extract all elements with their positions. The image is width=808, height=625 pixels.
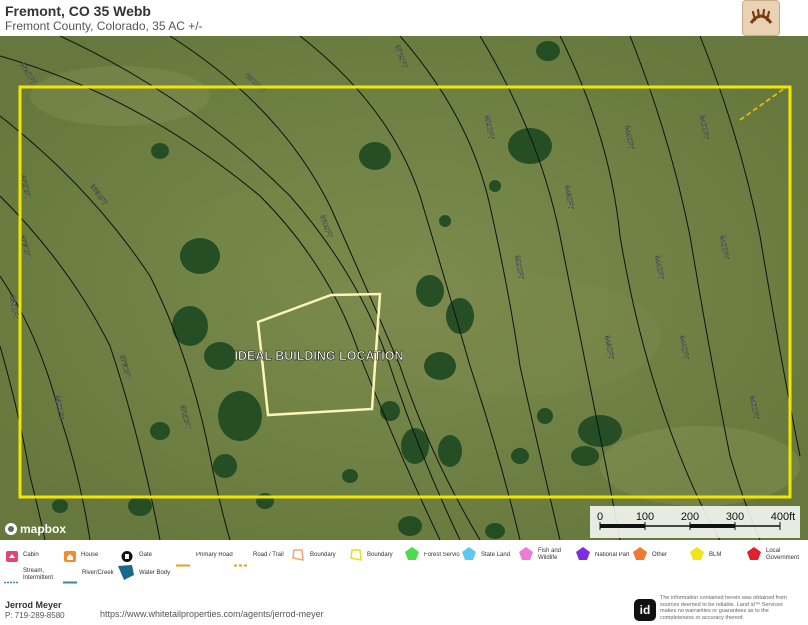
scale-tick-label: 0	[597, 511, 603, 523]
legend-label-road-trail: Road / Trail	[253, 552, 284, 558]
house-icon	[64, 549, 76, 567]
agent-url-link[interactable]: https://www.whitetailproperties.com/agen…	[100, 609, 324, 619]
page-footer: Jerrod Meyer P: 719-289-8580 https://www…	[0, 590, 808, 625]
road-trail-dashed-line	[234, 554, 248, 572]
scale-bar: 0 100 200 300 400ft	[590, 506, 800, 538]
disclaimer-text: The information contained herein was obt…	[660, 595, 787, 621]
boundary-orange-icon	[292, 548, 304, 566]
primary-road-line	[176, 554, 190, 572]
legend-label-state-land: State Land	[481, 552, 511, 558]
legend-label-local-government: Local Government	[766, 548, 800, 561]
river-creek-line	[63, 571, 77, 589]
fish-wildlife-icon	[519, 547, 533, 565]
whitetail-antler-icon	[749, 8, 773, 24]
boundary-yellow-icon	[350, 548, 362, 566]
building-location-label: IDEAL BUILDING LOCATION	[235, 349, 404, 363]
satellite-map[interactable]: 8640FT 8600FT 8560FT 8520FT 8480FT 8440F…	[0, 36, 808, 540]
legend-label-other: Other	[652, 552, 668, 558]
map-header: Fremont, CO 35 Webb Fremont County, Colo…	[0, 0, 808, 36]
page-subtitle: Fremont County, Colorado, 35 AC +/-	[5, 19, 203, 33]
scale-tick-label: 200	[681, 511, 699, 523]
legend-label-house: House	[81, 552, 99, 558]
state-land-icon	[462, 547, 476, 565]
page-title: Fremont, CO 35 Webb	[5, 3, 151, 19]
legend-label-boundary: Boundary	[367, 552, 393, 558]
scale-tick-label: 400ft	[771, 511, 795, 523]
legend-label-fish-wildlife: Fish and Wildlife	[538, 548, 562, 561]
legend-label-forest-service: Forest Service	[424, 552, 460, 558]
forest-service-icon	[405, 547, 419, 565]
legend-label-gate: Gate	[139, 552, 153, 558]
mapbox-label: mapbox	[20, 522, 66, 536]
local-government-icon	[747, 547, 761, 565]
map-legend: Cabin House Gate Primary Road Road / Tra…	[0, 540, 808, 590]
legend-label-blm: BLM	[709, 552, 722, 558]
land-id-logo: id	[634, 599, 656, 621]
national-park-icon	[576, 547, 590, 565]
scale-tick-label: 300	[726, 511, 744, 523]
blm-icon	[690, 547, 704, 565]
cabin-icon	[6, 549, 18, 567]
mapbox-attribution[interactable]: mapbox	[5, 522, 66, 536]
agent-name: Jerrod Meyer	[5, 600, 62, 610]
legend-label-boundary: Boundary	[310, 552, 336, 558]
legend-label-water-body: Water Body	[139, 570, 171, 576]
brand-logo	[742, 0, 780, 36]
map-view[interactable]: 8640FT 8600FT 8560FT 8520FT 8480FT 8440F…	[0, 36, 808, 540]
water-body-icon	[118, 565, 134, 585]
legend-label-primary-road: Primary Road	[196, 552, 233, 558]
legend-label-national-park: National Park	[595, 552, 629, 558]
legend-label-river-creek: River/Creek	[82, 570, 114, 576]
other-icon	[633, 547, 647, 565]
legend-label-cabin: Cabin	[23, 552, 39, 558]
stream-intermittent-line	[4, 571, 18, 589]
agent-phone: P: 719-289-8580	[5, 611, 65, 620]
scale-tick-label: 100	[636, 511, 654, 523]
legend-label-stream-intermittent: Stream, Intermittent	[23, 568, 54, 581]
